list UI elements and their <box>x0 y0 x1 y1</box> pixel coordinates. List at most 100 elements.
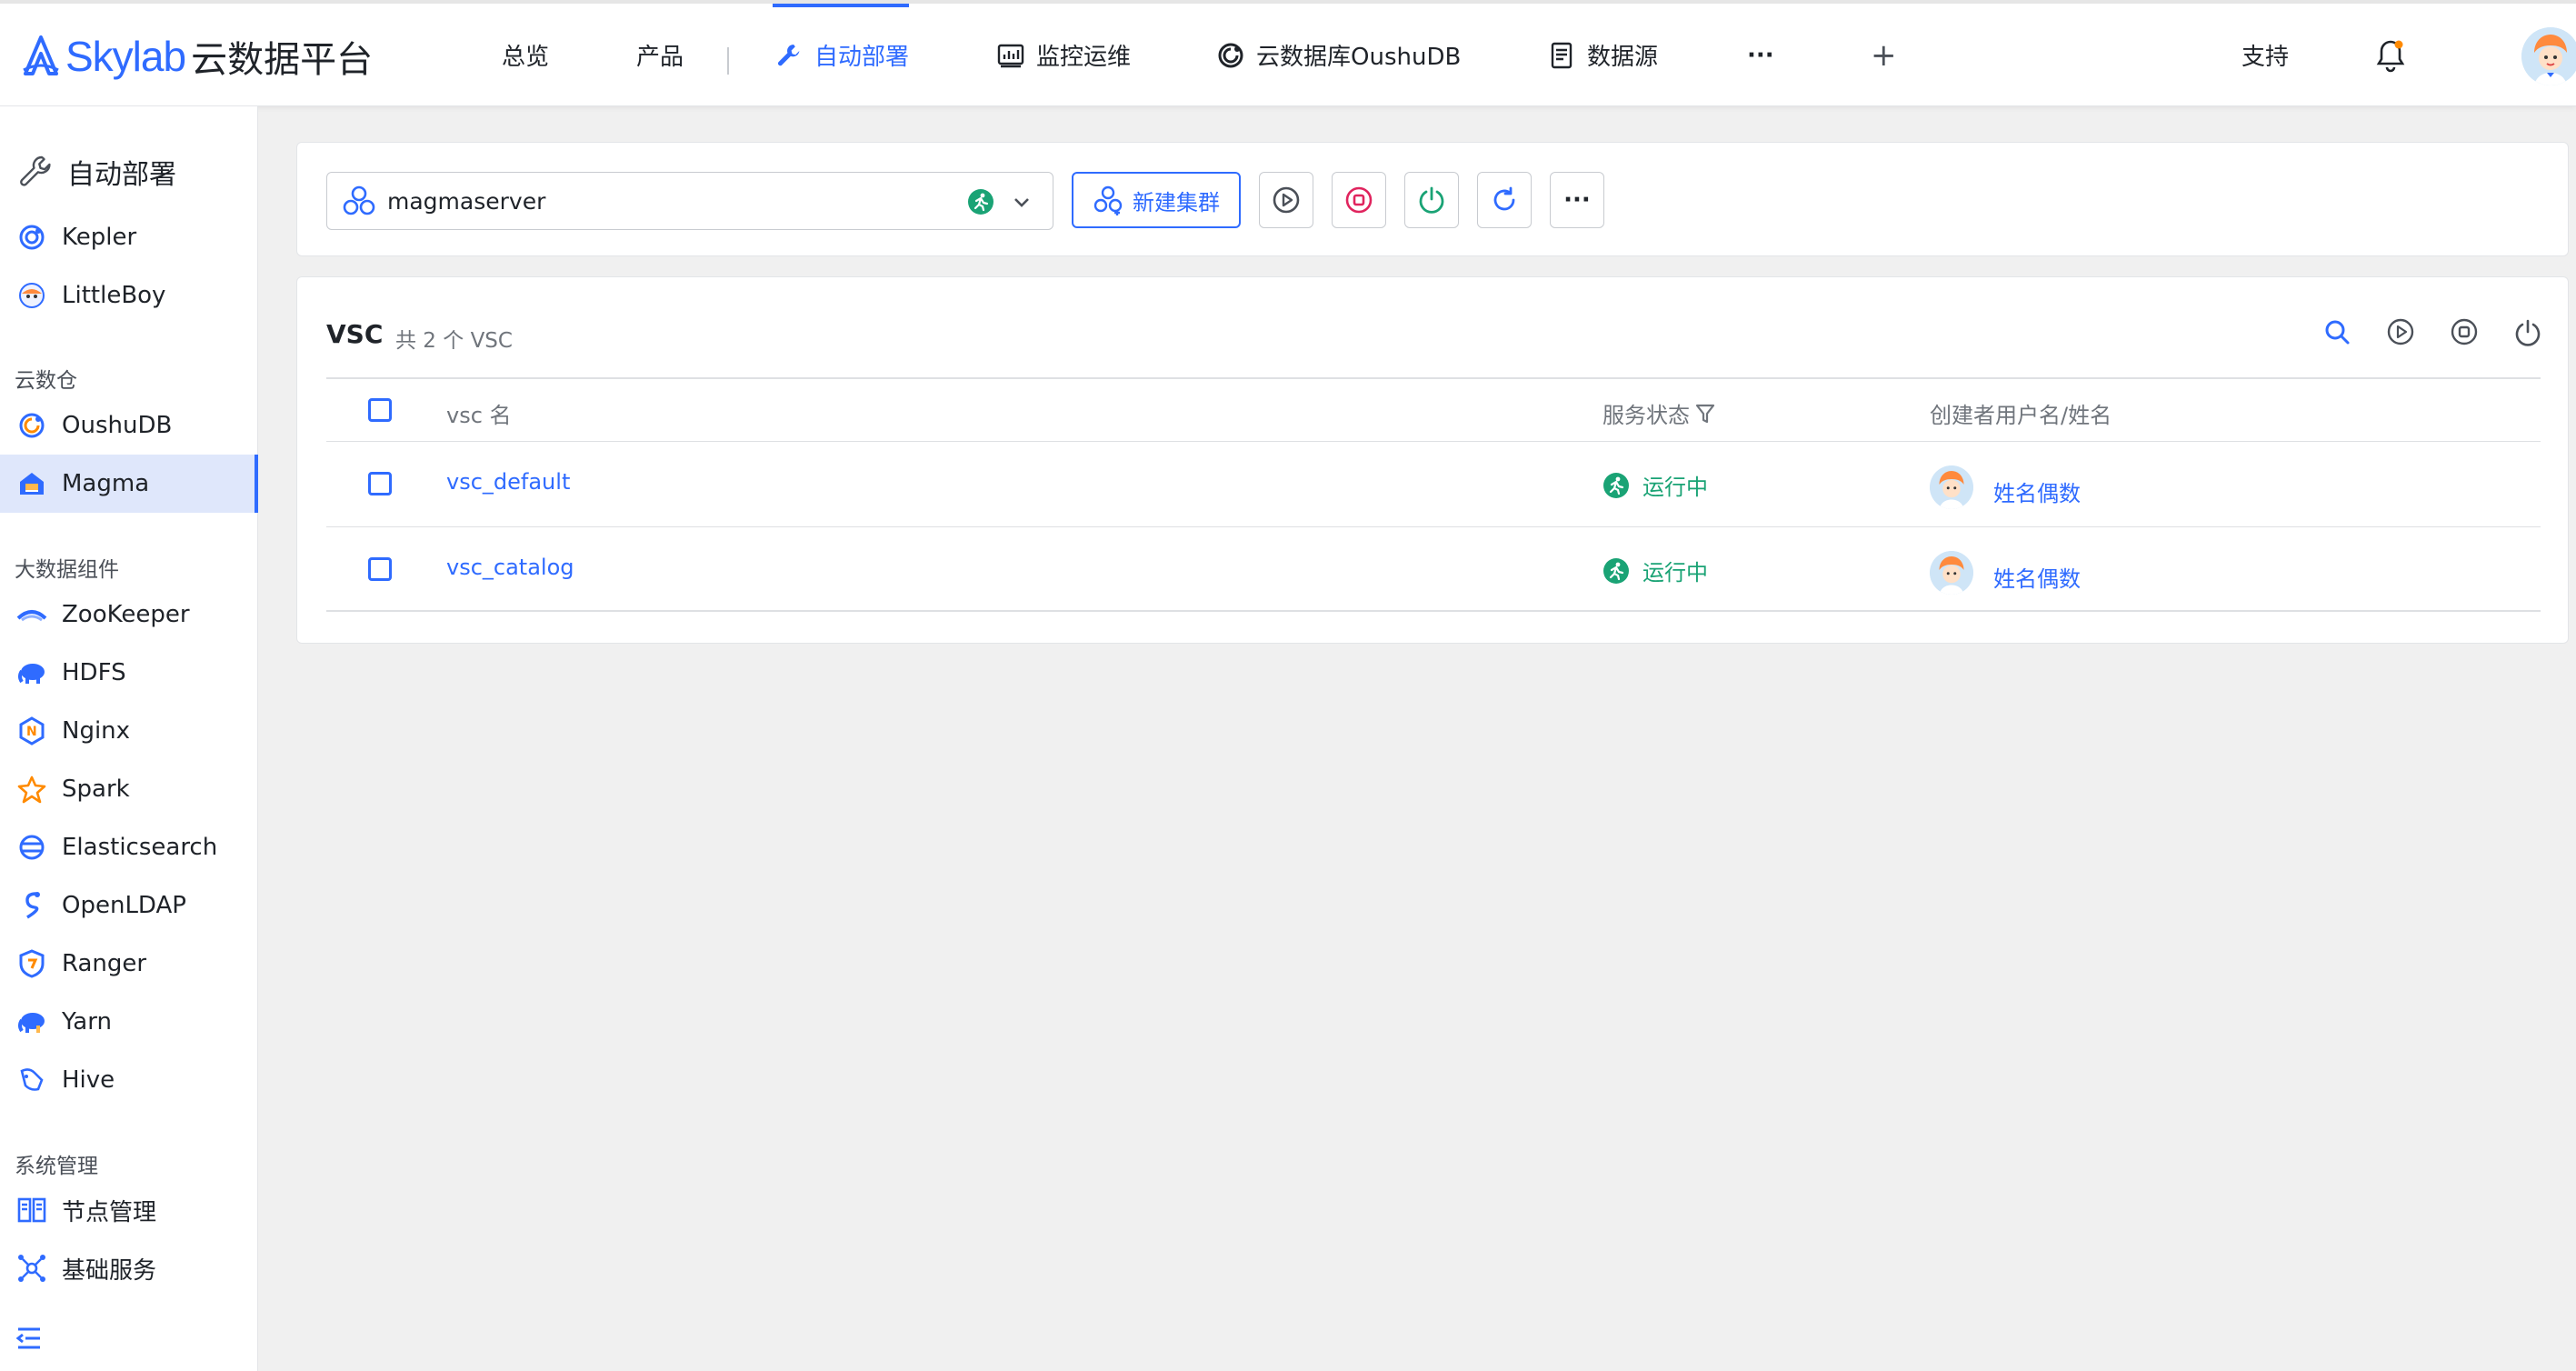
column-header-status[interactable]: 服务状态 <box>1603 397 1715 429</box>
search-icon[interactable] <box>2322 317 2351 346</box>
owner-avatar <box>1930 465 1973 509</box>
notification-button[interactable] <box>2374 4 2407 106</box>
sidebar-item-oushudb[interactable]: OushuDB <box>0 396 258 455</box>
oushudb-icon <box>16 410 47 441</box>
sidebar-item-label: Ranger <box>62 950 147 977</box>
sidebar-group-title: 大数据组件 <box>15 558 119 582</box>
sidebar: 自动部署 Kepler LittleBoy 云数仓 OushuDB Magma … <box>0 106 258 1371</box>
wrench-outline-icon <box>20 155 51 186</box>
stop-cluster-button[interactable] <box>1332 172 1386 228</box>
sidebar-item-hive[interactable]: Hive <box>0 1051 258 1109</box>
power-cluster-button[interactable] <box>1404 172 1459 228</box>
nav-cloud-db-label: 云数据库OushuDB <box>1256 44 1462 71</box>
sidebar-item-label: 基础服务 <box>62 1256 157 1285</box>
document-icon <box>1551 42 1573 68</box>
magma-icon <box>16 468 47 499</box>
cluster-select-value: magmaserver <box>387 187 546 215</box>
sidebar-item-basic-services[interactable]: 基础服务 <box>0 1239 258 1297</box>
spark-star-icon <box>16 774 47 805</box>
status-text: 运行中 <box>1642 475 1708 500</box>
bell-icon <box>2376 40 2405 72</box>
sidebar-item-label: OpenLDAP <box>62 892 186 919</box>
sidebar-item-ranger[interactable]: Ranger <box>0 935 258 993</box>
nav-products[interactable]: 产品 <box>636 4 684 106</box>
oushudb-icon <box>1218 43 1243 67</box>
app-logo[interactable]: Skylab 云数据平台 <box>20 29 373 84</box>
owner-name-link[interactable]: 姓名偶数 <box>1993 475 2081 507</box>
nav-datasource[interactable]: 数据源 <box>1547 4 1658 106</box>
stop-circle-icon <box>1345 186 1373 214</box>
sidebar-item-openldap[interactable]: OpenLDAP <box>0 876 258 935</box>
more-dots-icon: ··· <box>1563 186 1591 214</box>
filter-icon[interactable] <box>1695 402 1715 425</box>
collapse-sidebar-icon[interactable] <box>15 1326 44 1351</box>
cluster-select[interactable]: magmaserver <box>326 172 1053 230</box>
wrench-icon <box>778 44 800 65</box>
sidebar-item-kepler[interactable]: Kepler <box>0 208 258 266</box>
nav-divider <box>727 47 729 75</box>
support-link[interactable]: 支持 <box>2242 4 2289 106</box>
start-cluster-button[interactable] <box>1259 172 1313 228</box>
elasticsearch-icon <box>16 832 47 863</box>
sidebar-item-zookeeper[interactable]: ZooKeeper <box>0 585 258 644</box>
nav-overview[interactable]: 总览 <box>502 4 549 106</box>
top-navigation-bar: Skylab 云数据平台 总览 产品 自动部署 监控运维 云数据库OushuDB <box>0 0 2576 106</box>
sidebar-item-yarn[interactable]: Yarn <box>0 993 258 1051</box>
nav-more-button[interactable]: ··· <box>1747 4 1774 106</box>
sidebar-item-elasticsearch[interactable]: Elasticsearch <box>0 818 258 876</box>
monitor-chart-icon <box>997 44 1024 67</box>
refresh-cluster-button[interactable] <box>1477 172 1532 228</box>
stop-circle-icon[interactable] <box>2450 317 2479 346</box>
refresh-icon <box>1493 186 1515 211</box>
nav-monitoring[interactable]: 监控运维 <box>996 4 1131 106</box>
select-all-checkbox[interactable] <box>368 398 392 422</box>
vsc-table: vsc 名 服务状态 创建者用户名/姓名 vsc_default 运行中 姓名偶… <box>326 377 2541 612</box>
skylab-logo-icon <box>23 35 59 75</box>
sidebar-item-spark[interactable]: Spark <box>0 760 258 818</box>
nav-cloud-db-oushudb[interactable]: 云数据库OushuDB <box>1216 4 1461 106</box>
play-circle-icon <box>1273 186 1300 214</box>
sidebar-item-nginx[interactable]: N Nginx <box>0 702 258 760</box>
vsc-actions <box>2322 317 2542 346</box>
chevron-down-icon <box>1014 198 1029 207</box>
row-checkbox[interactable] <box>368 557 392 581</box>
nav-add-button[interactable]: + <box>1871 4 1897 106</box>
sidebar-item-label: Magma <box>62 470 150 497</box>
user-avatar[interactable] <box>2521 27 2576 85</box>
sidebar-title: 自动部署 <box>16 152 176 192</box>
vsc-name-link[interactable]: vsc_default <box>446 469 570 495</box>
sidebar-item-node-management[interactable]: 节点管理 <box>0 1181 258 1239</box>
column-header-status-label: 服务状态 <box>1603 403 1690 428</box>
sidebar-item-label: OushuDB <box>62 412 173 439</box>
nav-auto-deploy[interactable]: 自动部署 <box>774 4 909 106</box>
sidebar-item-hdfs[interactable]: HDFS <box>0 644 258 702</box>
support-label: 支持 <box>2242 44 2290 71</box>
owner-cell: 姓名偶数 <box>1930 551 2081 598</box>
play-circle-icon[interactable] <box>2386 317 2415 346</box>
vsc-name-link[interactable]: vsc_catalog <box>446 555 574 580</box>
owner-name-link[interactable]: 姓名偶数 <box>1993 561 2081 593</box>
status-cell: 运行中 <box>1603 469 1708 501</box>
hive-bee-icon <box>16 1065 47 1096</box>
power-icon[interactable] <box>2513 317 2542 346</box>
sidebar-item-label: Yarn <box>62 1008 112 1036</box>
zookeeper-icon <box>16 599 47 630</box>
sidebar-item-label: Hive <box>62 1066 115 1094</box>
nav-datasource-label: 数据源 <box>1587 44 1659 71</box>
node-grid-icon <box>16 1195 47 1226</box>
row-checkbox[interactable] <box>368 472 392 495</box>
sidebar-item-label: 节点管理 <box>62 1198 157 1226</box>
yarn-elephant-icon <box>16 1006 47 1037</box>
nav-monitoring-label: 监控运维 <box>1036 44 1132 71</box>
logo-text: Skylab <box>65 33 186 80</box>
sidebar-item-littleboy[interactable]: LittleBoy <box>0 266 258 325</box>
vsc-title: VSC <box>326 319 384 349</box>
running-status-icon <box>1603 472 1629 498</box>
running-status-icon <box>1603 557 1629 584</box>
more-actions-button[interactable]: ··· <box>1550 172 1604 228</box>
svg-text:N: N <box>26 725 37 739</box>
new-cluster-button[interactable]: 新建集群 <box>1072 172 1241 228</box>
sidebar-item-magma[interactable]: Magma <box>0 455 258 513</box>
vsc-card: VSC 共 2 个 VSC vsc 名 服务状态 创建者用户名/姓名 vsc_d… <box>296 276 2569 644</box>
status-text: 运行中 <box>1642 560 1708 585</box>
